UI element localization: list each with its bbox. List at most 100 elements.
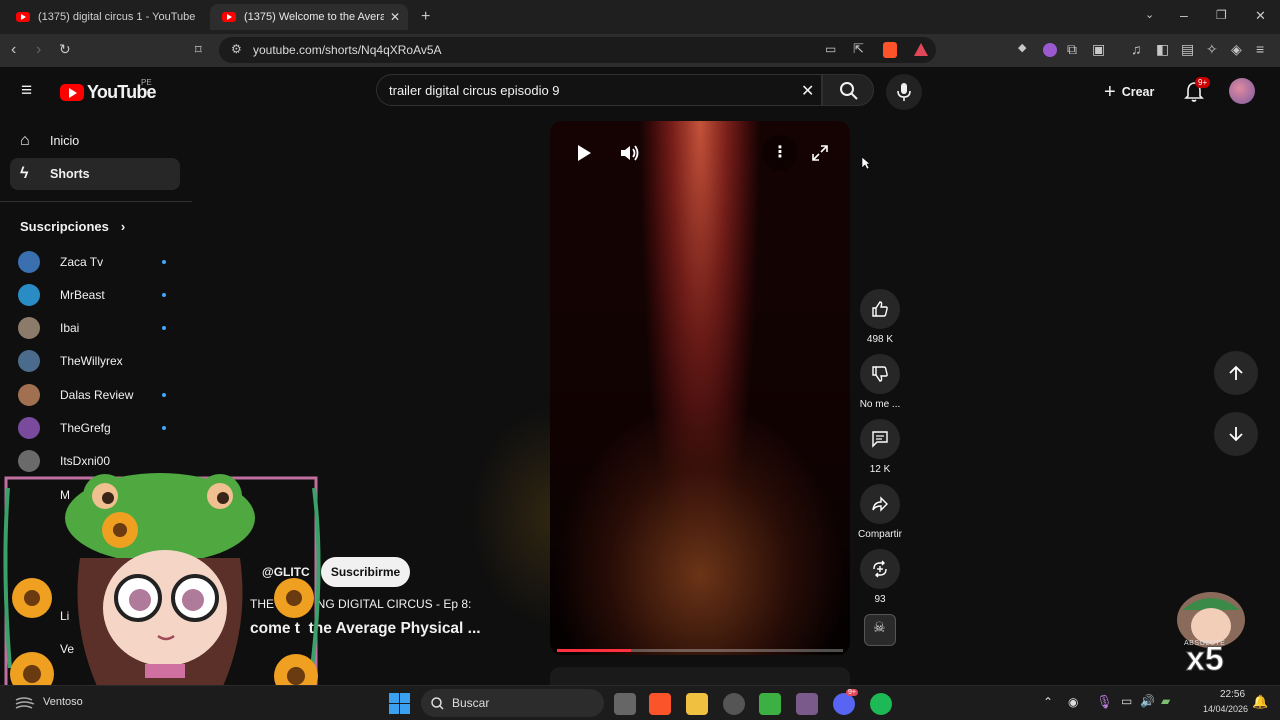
audio-track-thumbnail[interactable]: ☠ [864,614,896,646]
menu-icon[interactable]: ≡ [1256,42,1264,56]
subscription-thegrefg[interactable]: TheGrefg [18,415,178,441]
brave-browser-icon[interactable] [649,693,671,715]
battery-icon[interactable]: ▰ [1161,694,1170,708]
vpn-icon[interactable]: ◈ [1231,42,1242,56]
brave-shields-icon[interactable] [883,42,897,58]
arrow-down-icon [1229,427,1243,442]
weather-label[interactable]: Ventoso [43,696,83,708]
game-app-icon[interactable] [796,693,818,715]
clock-date[interactable]: 14/04/2026 [1203,704,1248,714]
discord-icon[interactable] [833,693,855,715]
new-content-dot [162,426,166,430]
sidebar-item-inicio[interactable]: ⌂ Inicio [10,125,180,157]
clock-time[interactable]: 22:56 [1220,689,1245,700]
tab-close-icon[interactable]: ✕ [390,10,400,24]
clear-search-icon[interactable]: ✕ [801,81,814,101]
discord-badge: 9+ [846,689,858,696]
close-window-button[interactable]: ✕ [1255,9,1266,22]
next-short-button[interactable] [1214,412,1258,456]
sidebar-item-shorts[interactable]: ϟ Shorts [10,158,180,190]
like-button[interactable] [860,289,900,329]
sidebar-icon[interactable]: ◧ [1156,42,1169,56]
tab-title: (1375) digital circus 1 - YouTube [38,11,196,23]
cast-icon[interactable]: ▭ [825,43,836,55]
tray-mic-icon[interactable]: 🎙 [1096,694,1113,710]
site-info-icon[interactable]: ⚙ [231,43,242,55]
spotify-icon[interactable] [870,693,892,715]
reload-icon[interactable]: ↻ [59,42,71,56]
tab-digital-circus[interactable]: (1375) digital circus 1 - YouTube [4,4,204,30]
subscription-thewillyrex[interactable]: TheWillyrex [18,348,178,374]
new-tab-button[interactable]: + [421,9,430,25]
badge-multiplier: x5 [1186,640,1225,679]
create-button[interactable]: + Crear [1104,82,1154,102]
youtube-favicon-icon [222,12,236,22]
dislike-button[interactable] [860,354,900,394]
previous-short-button[interactable] [1214,351,1258,395]
file-explorer-icon[interactable] [686,693,708,715]
brave-rewards-icon[interactable] [914,43,928,56]
extensions-icon[interactable]: ⧉ [1067,42,1077,56]
share-button[interactable] [860,484,900,524]
notifications-button[interactable]: 9+ [1184,77,1211,108]
search-input[interactable]: trailer digital circus episodio 9 [389,83,560,98]
subscription-dalas-review[interactable]: Dalas Review [18,382,178,408]
subscriptions-header[interactable]: Suscripciones › [20,219,125,234]
voice-search-button[interactable] [886,74,922,110]
reader-icon[interactable]: ▣ [1092,42,1105,56]
play-button[interactable] [566,135,602,171]
subscription-mrbeast[interactable]: MrBeast [18,282,178,308]
subscribe-button[interactable]: Suscribirme [321,557,410,587]
comments-button[interactable] [860,419,900,459]
minecraft-icon[interactable] [759,693,781,715]
sidebar-item-label: Inicio [50,134,80,148]
thumbs-up-icon [872,301,888,317]
mouse-cursor-icon [861,156,871,170]
tray-chevron-icon[interactable]: ⌃ [1043,695,1053,709]
task-view-icon[interactable] [614,693,636,715]
notification-center-icon[interactable]: 🔔 [1252,694,1268,710]
back-icon[interactable]: ‹ [11,42,16,58]
dislike-label: No me ... [859,399,901,410]
windows-start-icon[interactable] [389,693,410,714]
tab-welcome-average[interactable]: (1375) Welcome to the Average ✕ [210,4,408,30]
arrow-up-icon [1229,365,1243,380]
channel-name: TheWillyrex [60,354,123,368]
leo-ai-icon[interactable]: ✧ [1206,42,1218,56]
maximize-button[interactable]: ❐ [1216,9,1227,21]
subscription-zaca-tv[interactable]: Zaca Tv [18,249,178,275]
thumbs-down-icon [872,366,888,382]
network-icon[interactable]: ▭ [1121,694,1132,708]
extension-diamond-icon[interactable]: ◆ [1018,43,1026,54]
tray-app-icon[interactable]: ◉ [1068,695,1078,709]
fullscreen-button[interactable] [802,135,838,171]
extension-purple-icon[interactable] [1043,43,1057,57]
streamer-avatar-overlay [3,473,321,698]
share-page-icon[interactable]: ⇱ [853,42,864,55]
search-box[interactable]: trailer digital circus episodio 9 ✕ [376,74,822,106]
new-content-dot [162,393,166,397]
wallet-icon[interactable]: ▤ [1181,42,1194,56]
taskbar-search[interactable]: Buscar [421,689,604,717]
channel-avatar [18,350,40,372]
search-button[interactable] [822,74,874,106]
progress-track[interactable] [557,649,843,652]
bookmark-icon[interactable]: ⌑ [195,43,202,56]
volume-button[interactable] [612,135,648,171]
windows-taskbar: Ventoso Buscar 9+ ⌃ ◉ 🎙 ▭ 🔊 ▰ 22:56 14/0… [0,685,1280,720]
app-icon[interactable] [723,693,745,715]
address-bar[interactable]: ⚙ youtube.com/shorts/Nq4qXRoAv5A ▭ ⇱ [219,37,936,63]
minimize-button[interactable]: – [1180,8,1188,22]
tab-search-icon[interactable]: ⌄ [1145,10,1154,21]
remix-button[interactable] [860,549,900,589]
volume-icon[interactable]: 🔊 [1140,694,1155,708]
next-short-preview[interactable] [550,667,850,685]
short-video-player[interactable]: ⋮ [550,121,850,655]
more-options-button[interactable]: ⋮ [762,135,798,171]
chevron-right-icon: › [120,219,126,234]
multiplier-badge: ABSOLUTE x5 [1172,588,1250,679]
media-icon[interactable]: ♫ [1131,42,1142,56]
avatar[interactable] [1229,78,1255,104]
subscription-ibai[interactable]: Ibai [18,315,178,341]
forward-icon[interactable]: › [36,42,41,58]
